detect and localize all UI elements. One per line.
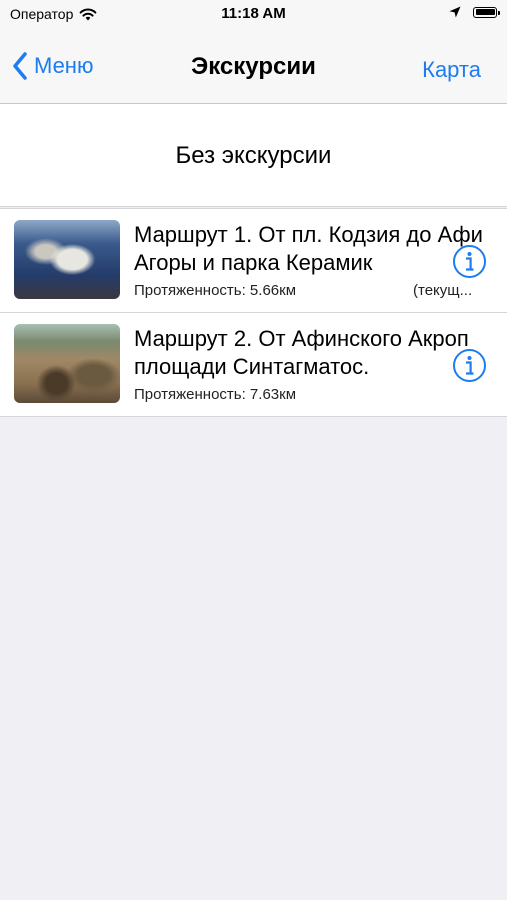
route-length: Протяженность: 5.66км	[134, 282, 297, 299]
navigation-bar: Меню Экскурсии Карта	[0, 28, 507, 104]
status-bar: Оператор 11:18 AM	[0, 0, 507, 28]
status-time: 11:18 AM	[221, 5, 286, 22]
location-arrow-icon	[449, 6, 461, 18]
status-right	[449, 6, 500, 18]
map-button[interactable]: Карта	[422, 57, 481, 83]
info-icon[interactable]	[452, 348, 487, 383]
info-icon[interactable]	[452, 244, 487, 279]
route-row-2[interactable]: Маршрут 2. От Афинского Акроп площади Си…	[0, 312, 507, 416]
battery-icon	[473, 6, 500, 18]
route-length: Протяженность: 7.63км	[134, 386, 297, 403]
route-row-1[interactable]: Маршрут 1. От пл. Кодзия до Афи Агоры и …	[0, 209, 507, 312]
route-thumbnail	[14, 324, 120, 403]
current-route-label: (текущ...	[413, 282, 473, 299]
no-excursion-option[interactable]: Без экскурсии	[0, 104, 507, 207]
route-thumbnail	[14, 220, 120, 299]
route-list: Маршрут 1. От пл. Кодзия до Афи Агоры и …	[0, 208, 507, 417]
no-excursion-label: Без экскурсии	[175, 142, 332, 169]
